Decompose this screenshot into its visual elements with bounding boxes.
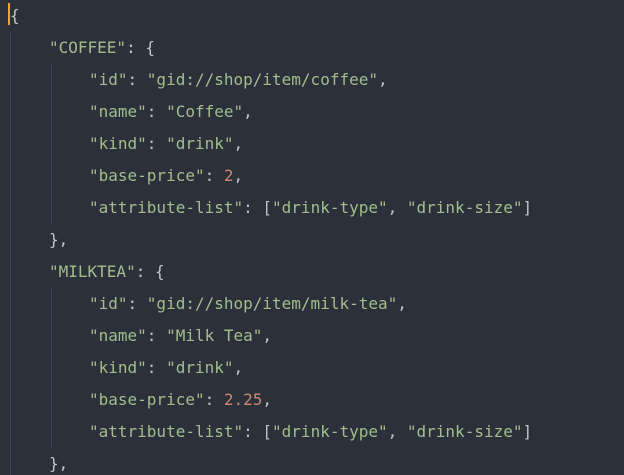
code-line[interactable]: "kind": "drink", [89, 128, 243, 160]
code-token-punc: , [387, 422, 407, 441]
code-token-str: "Milk Tea" [166, 326, 263, 345]
indent-guide [10, 32, 11, 475]
code-token-key: "COFFEE" [49, 38, 127, 57]
code-token-punc: : [146, 326, 167, 345]
code-token-num: 2 [223, 166, 234, 185]
code-token-str: "drink-type" [272, 198, 388, 217]
code-token-key: "attribute-list" [89, 422, 244, 441]
code-token-key: "id" [89, 294, 128, 313]
code-token-punc: : [127, 70, 147, 89]
code-token-str: "drink" [166, 358, 234, 377]
code-token-key: "id" [89, 70, 128, 89]
code-token-punc: }, [49, 454, 69, 473]
code-token-punc: : [ [243, 198, 273, 217]
code-editor[interactable]: {"COFFEE": {"id": "gid://shop/item/coffe… [0, 0, 624, 475]
code-line[interactable]: "attribute-list": ["drink-type", "drink-… [89, 192, 532, 224]
code-token-punc: , [243, 102, 253, 121]
code-token-punc: , [233, 134, 244, 153]
code-token-str: "drink-size" [406, 422, 523, 441]
code-token-punc: : [146, 134, 167, 153]
code-token-key: "kind" [89, 358, 147, 377]
code-token-punc: , [387, 198, 407, 217]
code-token-key: "name" [89, 326, 147, 345]
code-token-punc: : [127, 294, 147, 313]
indent-guide [51, 288, 52, 448]
code-token-punc: , [233, 166, 244, 185]
code-token-key: "attribute-list" [89, 198, 244, 217]
code-line[interactable]: "MILKTEA": { [49, 256, 165, 288]
code-token-punc: , [233, 358, 244, 377]
code-token-key: "base-price" [89, 390, 205, 409]
code-token-str: "Coffee" [166, 102, 244, 121]
code-token-punc: { [10, 6, 20, 25]
code-line[interactable]: "base-price": 2, [89, 160, 243, 192]
code-token-str: "drink-type" [272, 422, 388, 441]
code-token-str: "gid://shop/item/coffee" [146, 70, 378, 89]
code-token-punc: : [204, 166, 224, 185]
code-token-key: "MILKTEA" [49, 262, 136, 281]
code-line[interactable]: "base-price": 2.25, [89, 384, 272, 416]
code-line[interactable]: { [10, 0, 20, 32]
code-line[interactable]: "COFFEE": { [49, 32, 155, 64]
code-token-key: "base-price" [89, 166, 205, 185]
code-token-punc: : [ [243, 422, 273, 441]
code-token-punc: : { [135, 262, 165, 281]
code-line[interactable]: "name": "Milk Tea", [89, 320, 272, 352]
code-token-punc: : [146, 102, 167, 121]
code-token-punc: , [397, 294, 407, 313]
code-token-punc: , [377, 70, 388, 89]
indent-guide [51, 64, 52, 224]
code-token-punc: : [146, 358, 167, 377]
code-token-str: "drink-size" [406, 198, 523, 217]
code-token-key: "kind" [89, 134, 147, 153]
code-token-punc: , [262, 390, 273, 409]
code-token-punc: ] [522, 198, 533, 217]
code-token-num: 2.25 [223, 390, 263, 409]
code-line[interactable]: "name": "Coffee", [89, 96, 253, 128]
code-token-punc: }, [49, 230, 69, 249]
code-token-str: "gid://shop/item/milk-tea" [146, 294, 398, 313]
code-token-punc: : { [126, 38, 155, 57]
code-line[interactable]: "attribute-list": ["drink-type", "drink-… [89, 416, 532, 448]
code-line[interactable]: }, [49, 448, 68, 475]
code-line[interactable]: "id": "gid://shop/item/milk-tea", [89, 288, 407, 320]
code-token-key: "name" [89, 102, 147, 121]
code-line[interactable]: "kind": "drink", [89, 352, 243, 384]
code-token-punc: , [262, 326, 273, 345]
code-line[interactable]: }, [49, 224, 68, 256]
code-token-str: "drink" [166, 134, 234, 153]
code-token-punc: : [204, 390, 224, 409]
code-line[interactable]: "id": "gid://shop/item/coffee", [89, 64, 388, 96]
code-token-punc: ] [522, 422, 533, 441]
